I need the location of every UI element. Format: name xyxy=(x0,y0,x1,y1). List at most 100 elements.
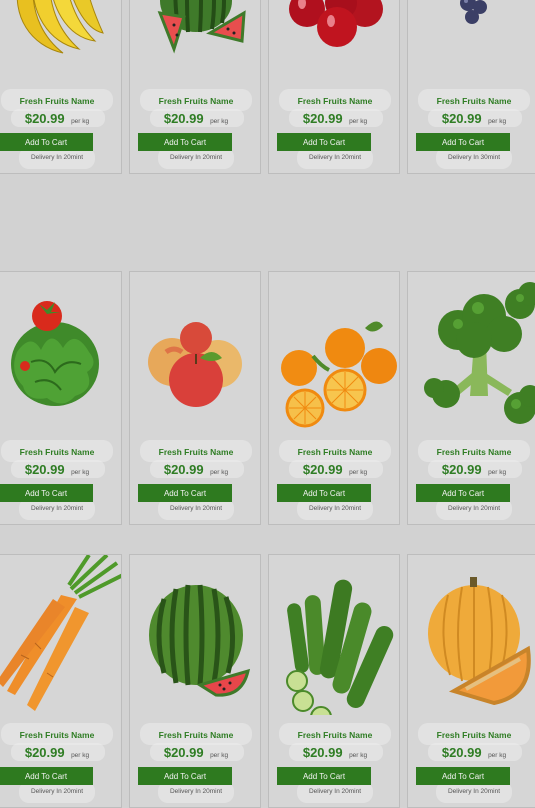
price-unit: per kg xyxy=(488,118,507,125)
add-to-cart-button[interactable]: Add To Cart xyxy=(277,133,371,151)
product-name: Fresh Fruits Name xyxy=(436,730,512,740)
product-price: $20.99 per kg xyxy=(130,744,260,762)
product-card[interactable]: Fresh Fruits Name $20.99 per kg Add To C… xyxy=(268,271,400,525)
price-amount: $20.99 xyxy=(441,111,482,126)
lettuce-tomato-icon xyxy=(0,272,121,432)
product-image[interactable] xyxy=(0,555,121,715)
product-price: $20.99 per kg xyxy=(0,110,121,128)
product-price: $20.99 per kg xyxy=(269,744,399,762)
product-price: $20.99 per kg xyxy=(408,110,535,128)
delivery-time: Delivery In 20mint xyxy=(30,154,84,161)
product-card[interactable]: Fresh Fruits Name $20.99 per kg Add To C… xyxy=(129,271,261,525)
add-to-cart-button[interactable]: Add To Cart xyxy=(277,484,371,502)
product-price: $20.99 per kg xyxy=(0,461,121,479)
product-price: $20.99 per kg xyxy=(408,461,535,479)
product-image[interactable] xyxy=(269,0,399,81)
product-name: Fresh Fruits Name xyxy=(297,447,373,457)
delivery-time: Delivery In 20mint xyxy=(169,788,223,795)
product-image[interactable] xyxy=(130,0,260,81)
delivery-time: Delivery In 20mint xyxy=(30,788,84,795)
price-unit: per kg xyxy=(210,469,229,476)
delivery-time: Delivery In 20mint xyxy=(308,505,362,512)
price-unit: per kg xyxy=(210,118,229,125)
price-amount: $20.99 xyxy=(24,111,65,126)
price-amount: $20.99 xyxy=(302,745,343,760)
price-unit: per kg xyxy=(349,118,368,125)
product-image[interactable] xyxy=(408,0,535,81)
price-unit: per kg xyxy=(488,469,507,476)
price-unit: per kg xyxy=(488,752,507,759)
add-to-cart-button[interactable]: Add To Cart xyxy=(416,133,510,151)
product-card[interactable]: Fresh Fruits Name $20.99 per kg Add To C… xyxy=(407,554,535,808)
cherries-icon xyxy=(269,0,399,81)
delivery-time: Delivery In 20mint xyxy=(30,505,84,512)
product-card[interactable]: Fresh Fruits Name $20.99 per kg Add To C… xyxy=(0,0,122,174)
product-image[interactable] xyxy=(130,272,260,432)
product-name: Fresh Fruits Name xyxy=(19,447,95,457)
product-image[interactable] xyxy=(408,272,535,432)
product-card[interactable]: Fresh Fruits Name $20.99 per kg Add To C… xyxy=(407,0,535,174)
watermelon-slices-icon xyxy=(130,0,260,81)
price-amount: $20.99 xyxy=(302,462,343,477)
product-price: $20.99 per kg xyxy=(269,110,399,128)
product-image[interactable] xyxy=(0,0,121,81)
product-card[interactable]: Fresh Fruits Name $20.99 per kg Add To C… xyxy=(268,0,400,174)
price-amount: $20.99 xyxy=(163,462,204,477)
price-unit: per kg xyxy=(349,469,368,476)
price-unit: per kg xyxy=(71,752,90,759)
product-card[interactable]: Fresh Fruits Name $20.99 per kg Add To C… xyxy=(129,0,261,174)
add-to-cart-button[interactable]: Add To Cart xyxy=(0,133,93,151)
product-card[interactable]: Fresh Fruits Name $20.99 per kg Add To C… xyxy=(0,554,122,808)
watermelon-whole-icon xyxy=(130,555,260,715)
cucumbers-icon xyxy=(269,555,399,715)
product-image[interactable] xyxy=(130,555,260,715)
add-to-cart-button[interactable]: Add To Cart xyxy=(0,767,93,785)
product-name: Fresh Fruits Name xyxy=(158,730,234,740)
add-to-cart-button[interactable]: Add To Cart xyxy=(138,484,232,502)
price-amount: $20.99 xyxy=(163,745,204,760)
delivery-time: Delivery In 20mint xyxy=(447,505,501,512)
carrots-icon xyxy=(0,555,121,715)
product-card[interactable]: Fresh Fruits Name $20.99 per kg Add To C… xyxy=(407,271,535,525)
price-unit: per kg xyxy=(71,469,90,476)
delivery-time: Delivery In 30mint xyxy=(447,154,501,161)
add-to-cart-button[interactable]: Add To Cart xyxy=(138,133,232,151)
product-card[interactable]: Fresh Fruits Name $20.99 per kg Add To C… xyxy=(268,554,400,808)
product-price: $20.99 per kg xyxy=(130,461,260,479)
price-amount: $20.99 xyxy=(24,462,65,477)
broccoli-icon xyxy=(408,272,535,432)
delivery-time: Delivery In 20mint xyxy=(169,154,223,161)
product-image[interactable] xyxy=(269,555,399,715)
delivery-time: Delivery In 20mint xyxy=(308,154,362,161)
product-name: Fresh Fruits Name xyxy=(436,96,512,106)
banana-icon xyxy=(0,0,121,81)
product-card[interactable]: Fresh Fruits Name $20.99 per kg Add To C… xyxy=(0,271,122,525)
add-to-cart-button[interactable]: Add To Cart xyxy=(416,484,510,502)
product-image[interactable] xyxy=(0,272,121,432)
price-unit: per kg xyxy=(349,752,368,759)
add-to-cart-button[interactable]: Add To Cart xyxy=(0,484,93,502)
product-name: Fresh Fruits Name xyxy=(158,96,234,106)
delivery-time: Delivery In 20mint xyxy=(308,788,362,795)
oranges-icon xyxy=(269,272,399,432)
product-card[interactable]: Fresh Fruits Name $20.99 per kg Add To C… xyxy=(129,554,261,808)
product-image[interactable] xyxy=(269,272,399,432)
product-name: Fresh Fruits Name xyxy=(19,96,95,106)
price-amount: $20.99 xyxy=(302,111,343,126)
add-to-cart-button[interactable]: Add To Cart xyxy=(138,767,232,785)
product-price: $20.99 per kg xyxy=(269,461,399,479)
product-name: Fresh Fruits Name xyxy=(436,447,512,457)
price-unit: per kg xyxy=(210,752,229,759)
product-name: Fresh Fruits Name xyxy=(19,730,95,740)
product-price: $20.99 per kg xyxy=(408,744,535,762)
add-to-cart-button[interactable]: Add To Cart xyxy=(416,767,510,785)
delivery-time: Delivery In 20mint xyxy=(447,788,501,795)
add-to-cart-button[interactable]: Add To Cart xyxy=(277,767,371,785)
price-amount: $20.99 xyxy=(441,462,482,477)
melon-icon xyxy=(408,555,535,715)
product-image[interactable] xyxy=(408,555,535,715)
price-amount: $20.99 xyxy=(24,745,65,760)
grapes-icon xyxy=(408,0,535,81)
product-name: Fresh Fruits Name xyxy=(297,96,373,106)
product-price: $20.99 per kg xyxy=(130,110,260,128)
